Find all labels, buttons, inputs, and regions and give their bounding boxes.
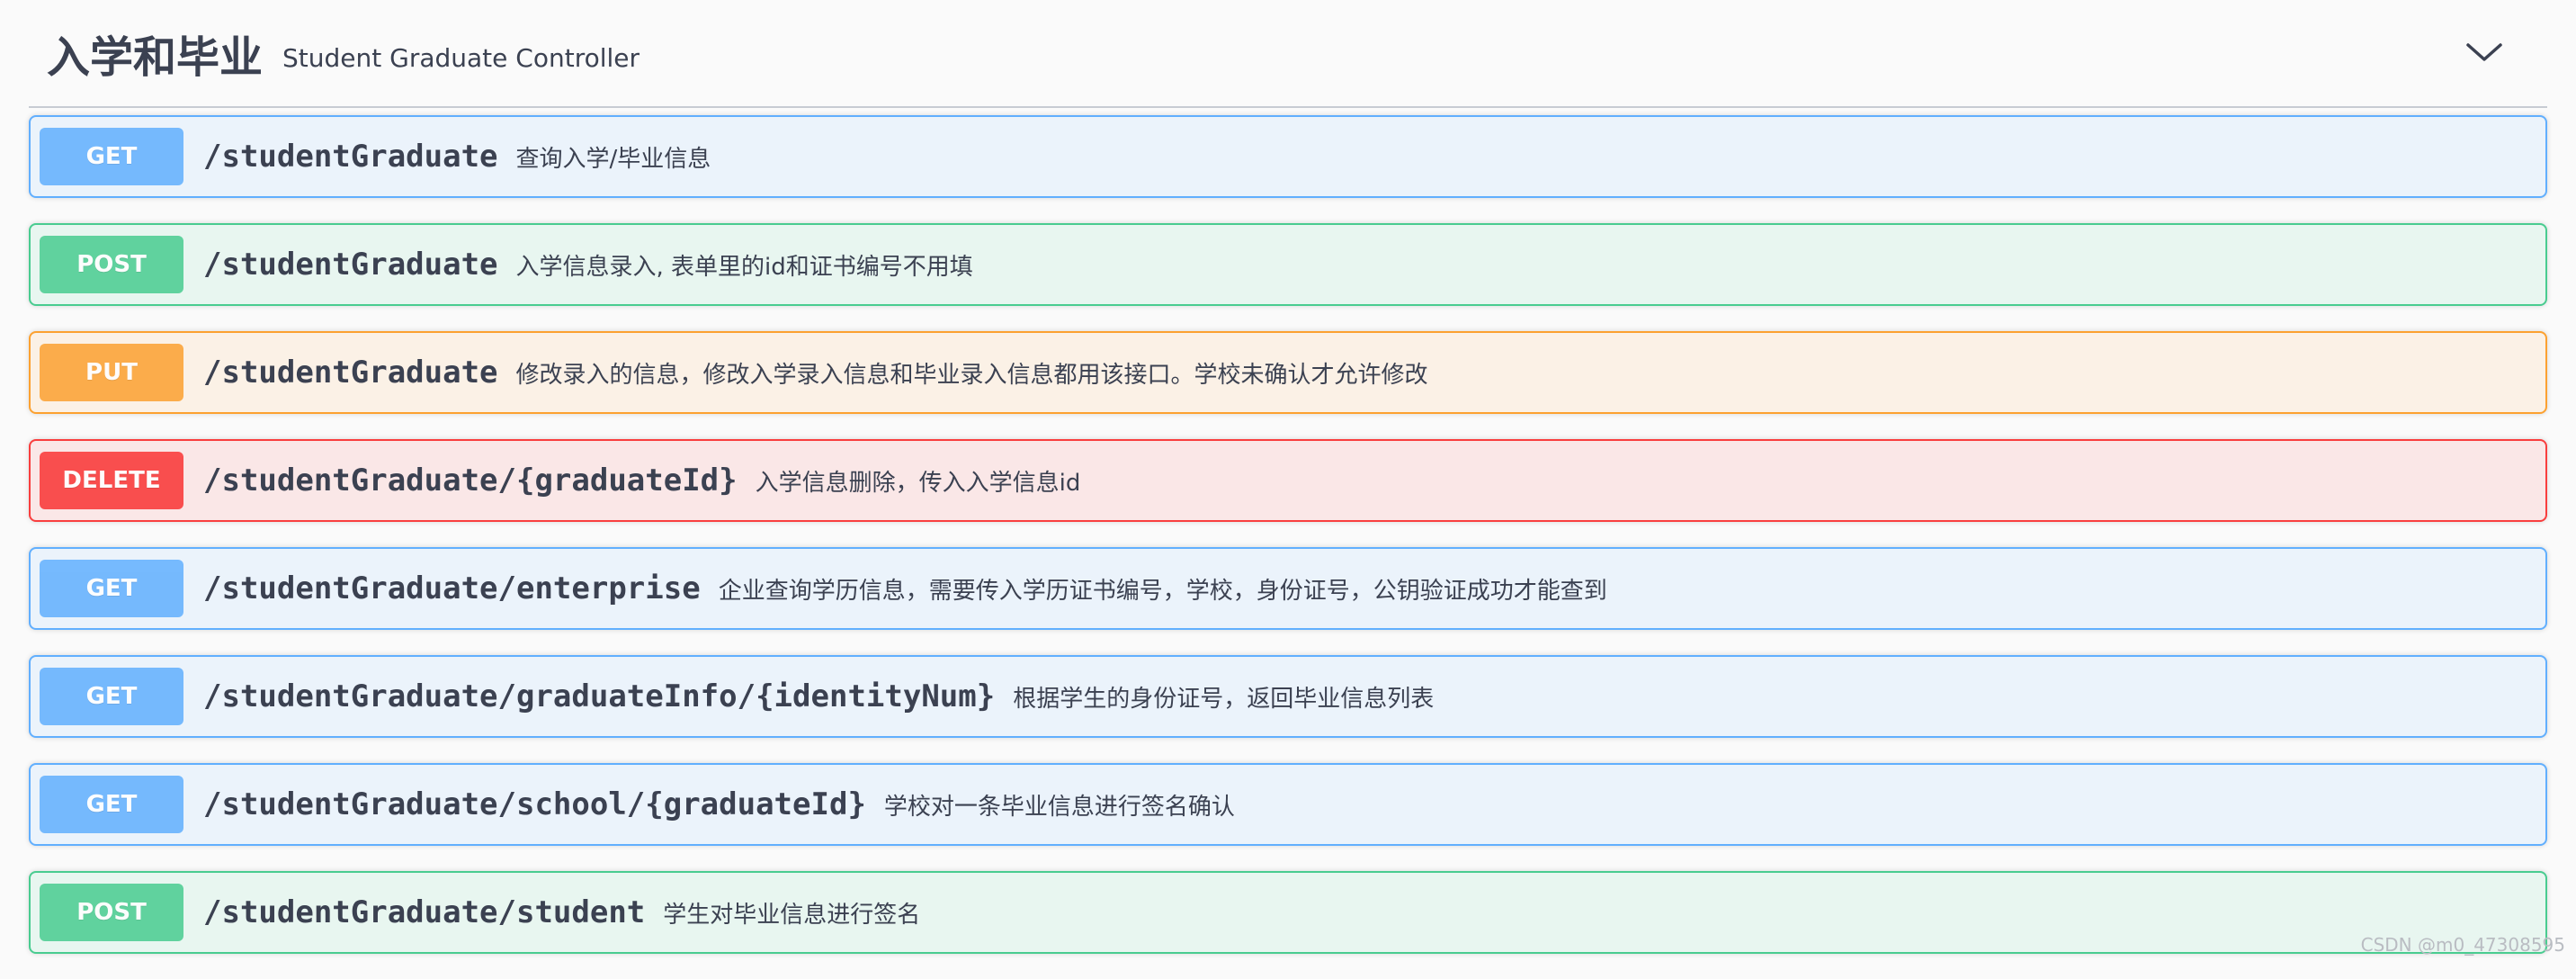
operation-get-graduateInfo[interactable]: GET /studentGraduate/graduateInfo/{ident… — [29, 655, 2547, 738]
operations-list: GET /studentGraduate 查询入学/毕业信息 POST /stu… — [29, 115, 2547, 979]
operation-path: /studentGraduate — [203, 247, 498, 283]
chevron-down-icon[interactable] — [2464, 36, 2504, 68]
operation-path: /studentGraduate/graduateInfo/{identityN… — [203, 678, 996, 714]
operation-description: 学校对一条毕业信息进行签名确认 — [883, 793, 1235, 821]
method-badge: GET — [40, 560, 183, 617]
operation-description: 修改录入的信息，修改入学录入信息和毕业录入信息都用该接口。学校未确认才允许修改 — [515, 361, 1428, 389]
watermark: CSDN @m0_47308595 — [2360, 934, 2565, 956]
operation-get-school[interactable]: GET /studentGraduate/school/{graduateId}… — [29, 763, 2547, 846]
operation-description: 学生对毕业信息进行签名 — [663, 901, 921, 929]
operation-get-studentGraduate[interactable]: GET /studentGraduate 查询入学/毕业信息 — [29, 115, 2547, 198]
operation-put-studentGraduate[interactable]: PUT /studentGraduate 修改录入的信息，修改入学录入信息和毕业… — [29, 331, 2547, 414]
operation-path: /studentGraduate — [203, 355, 498, 391]
operation-description: 查询入学/毕业信息 — [515, 145, 711, 173]
operation-post-student[interactable]: POST /studentGraduate/student 学生对毕业信息进行签… — [29, 871, 2547, 954]
section-subtitle: Student Graduate Controller — [282, 42, 640, 73]
method-badge: GET — [40, 668, 183, 725]
operation-description: 入学信息录入, 表单里的id和证书编号不用填 — [515, 253, 973, 281]
method-badge: GET — [40, 776, 183, 833]
operation-description: 根据学生的身份证号，返回毕业信息列表 — [1013, 685, 1435, 713]
section-title: 入学和毕业 — [47, 32, 264, 83]
operation-path: /studentGraduate/school/{graduateId} — [203, 786, 866, 822]
operation-description: 企业查询学历信息，需要传入学历证书编号，学校，身份证号，公钥验证成功才能查到 — [718, 577, 1607, 605]
section-header[interactable]: 入学和毕业 Student Graduate Controller — [29, 0, 2547, 108]
operation-description: 入学信息删除，传入入学信息id — [755, 469, 1081, 497]
operation-post-studentGraduate[interactable]: POST /studentGraduate 入学信息录入, 表单里的id和证书编… — [29, 223, 2547, 306]
operation-path: /studentGraduate/enterprise — [203, 570, 701, 606]
method-badge: DELETE — [40, 452, 183, 509]
method-badge: PUT — [40, 344, 183, 401]
operation-path: /studentGraduate/{graduateId} — [203, 463, 738, 498]
operation-delete-graduateId[interactable]: DELETE /studentGraduate/{graduateId} 入学信… — [29, 439, 2547, 522]
method-badge: POST — [40, 236, 183, 293]
method-badge: POST — [40, 884, 183, 941]
operation-path: /studentGraduate — [203, 139, 498, 175]
operation-get-enterprise[interactable]: GET /studentGraduate/enterprise 企业查询学历信息… — [29, 547, 2547, 630]
method-badge: GET — [40, 128, 183, 185]
operation-path: /studentGraduate/student — [203, 894, 646, 930]
